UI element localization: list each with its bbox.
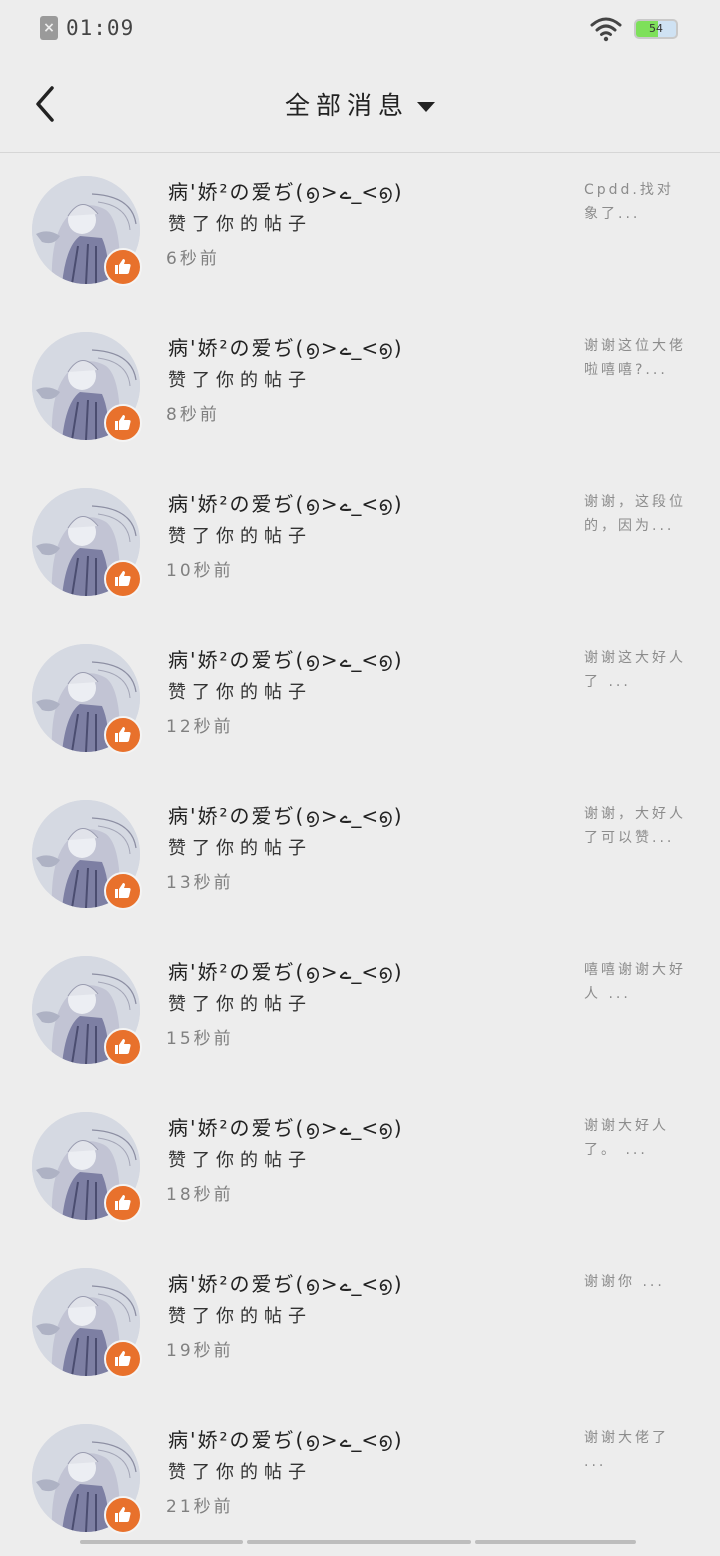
message-item[interactable]: 病'娇²の爱ぢ(൭>ے_<൭) 赞了你的帖子 6秒前 Cpdd.找对象了... [0,152,720,308]
sender-name: 病'娇²の爱ぢ(൭>ے_<൭) [168,960,404,984]
message-item[interactable]: 病'娇²の爱ぢ(൭>ے_<൭) 赞了你的帖子 15秒前 嘻嘻谢谢大好人 ... [0,932,720,1088]
thumbs-up-icon [104,248,142,286]
thumbs-up-icon [104,1496,142,1534]
page-title: 全部消息 [284,91,409,120]
sender-name: 病'娇²の爱ぢ(൭>ے_<൭) [168,1116,404,1140]
thumbs-up-icon [104,1184,142,1222]
message-item[interactable]: 病'娇²の爱ぢ(൭>ے_<൭) 赞了你的帖子 10秒前 谢谢，这段位的，因为..… [0,464,720,620]
post-preview: 谢谢这大好人了 ... [584,650,686,690]
message-filter-dropdown[interactable]: 全部消息 [0,86,720,122]
notification-action: 赞了你的帖子 [168,370,312,391]
timestamp: 10秒前 [166,561,234,581]
post-preview: Cpdd.找对象了... [584,182,674,222]
post-preview: 嘻嘻谢谢大好人 ... [584,962,686,1002]
post-preview: 谢谢你 ... [584,1274,665,1290]
scroll-segment [475,1540,636,1544]
notification-action: 赞了你的帖子 [168,994,312,1015]
bottom-scroll-indicator [80,1540,640,1544]
timestamp: 15秒前 [166,1029,234,1049]
sender-name: 病'娇²の爱ぢ(൭>ے_<൭) [168,336,404,360]
header: 全部消息 [0,56,720,153]
battery-icon: 54 [634,19,678,39]
sender-name: 病'娇²の爱ぢ(൭>ے_<൭) [168,648,404,672]
notification-action: 赞了你的帖子 [168,1462,312,1483]
post-preview: 谢谢，这段位的，因为... [584,494,686,534]
scroll-segment [80,1540,243,1544]
status-bar: × 01:09 54 [0,0,720,56]
notification-action: 赞了你的帖子 [168,1150,312,1171]
timestamp: 12秒前 [166,717,234,737]
notification-action: 赞了你的帖子 [168,526,312,547]
post-preview: 谢谢大佬了 ... [584,1430,669,1470]
thumbs-up-icon [104,1340,142,1378]
status-left: × 01:09 [40,16,134,40]
timestamp: 21秒前 [166,1497,234,1517]
post-preview: 谢谢这位大佬啦嘻嘻?... [584,338,686,378]
post-preview: 谢谢，大好人了可以赞... [584,806,686,846]
post-preview: 谢谢大好人了。 ... [584,1118,669,1158]
scroll-segment [246,1540,472,1544]
battery-level: 54 [649,22,663,35]
message-item[interactable]: 病'娇²の爱ぢ(൭>ے_<൭) 赞了你的帖子 8秒前 谢谢这位大佬啦嘻嘻?... [0,308,720,464]
notification-action: 赞了你的帖子 [168,214,312,235]
sender-name: 病'娇²の爱ぢ(൭>ے_<൭) [168,1428,404,1452]
sim-x-icon: × [40,16,58,40]
caret-down-icon [417,101,435,112]
thumbs-up-icon [104,560,142,598]
timestamp: 19秒前 [166,1341,234,1361]
notification-action: 赞了你的帖子 [168,682,312,703]
thumbs-up-icon [104,1028,142,1066]
timestamp: 6秒前 [166,249,220,269]
timestamp: 8秒前 [166,405,220,425]
message-item[interactable]: 病'娇²の爱ぢ(൭>ے_<൭) 赞了你的帖子 18秒前 谢谢大好人了。 ... [0,1088,720,1244]
status-time: 01:09 [66,16,135,40]
message-item[interactable]: 病'娇²の爱ぢ(൭>ے_<൭) 赞了你的帖子 12秒前 谢谢这大好人了 ... [0,620,720,776]
timestamp: 18秒前 [166,1185,234,1205]
message-item[interactable]: 病'娇²の爱ぢ(൭>ے_<൭) 赞了你的帖子 21秒前 谢谢大佬了 ... [0,1400,720,1556]
message-item[interactable]: 病'娇²の爱ぢ(൭>ے_<൭) 赞了你的帖子 13秒前 谢谢，大好人了可以赞..… [0,776,720,932]
timestamp: 13秒前 [166,873,234,893]
notification-action: 赞了你的帖子 [168,838,312,859]
thumbs-up-icon [104,404,142,442]
thumbs-up-icon [104,716,142,754]
sender-name: 病'娇²の爱ぢ(൭>ے_<൭) [168,180,404,204]
status-right: 54 [590,16,678,42]
thumbs-up-icon [104,872,142,910]
sender-name: 病'娇²の爱ぢ(൭>ے_<൭) [168,804,404,828]
sender-name: 病'娇²の爱ぢ(൭>ے_<൭) [168,492,404,516]
notification-action: 赞了你的帖子 [168,1306,312,1327]
message-list: 病'娇²の爱ぢ(൭>ے_<൭) 赞了你的帖子 6秒前 Cpdd.找对象了... [0,152,720,1556]
message-item[interactable]: 病'娇²の爱ぢ(൭>ے_<൭) 赞了你的帖子 19秒前 谢谢你 ... [0,1244,720,1400]
sender-name: 病'娇²の爱ぢ(൭>ے_<൭) [168,1272,404,1296]
wifi-icon [590,17,622,42]
